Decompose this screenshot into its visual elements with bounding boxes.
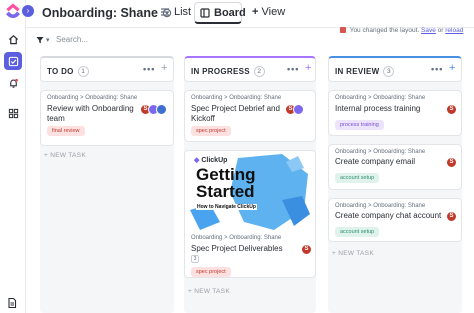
new-task-button[interactable]: + NEW TASK: [332, 250, 374, 257]
task-title: Review with Onboarding team: [47, 104, 134, 123]
apps-grid-icon[interactable]: [4, 104, 22, 122]
task-tag[interactable]: account setup: [335, 173, 380, 183]
notice-text: You changed the layout.: [349, 27, 420, 34]
column-menu-icon[interactable]: •••: [431, 64, 443, 74]
column-add-icon[interactable]: +: [305, 62, 311, 74]
task-tag[interactable]: process training: [335, 120, 384, 130]
save-layout-link[interactable]: Save: [421, 27, 436, 34]
avatar[interactable]: S: [301, 244, 312, 255]
home-icon[interactable]: [4, 30, 22, 48]
task-tag[interactable]: spec project: [191, 126, 231, 136]
column-name: IN PROGRESS: [191, 67, 250, 76]
column-title: TO DO 1: [47, 66, 89, 77]
reload-layout-link[interactable]: reload: [445, 27, 463, 34]
filter-chevron-down-icon[interactable]: ▾: [46, 36, 50, 44]
task-breadcrumb: Onboarding > Onboarding: Shane: [335, 95, 426, 101]
cover-brand: ◆ ClickUp: [194, 157, 228, 164]
column-name: IN REVIEW: [335, 67, 380, 76]
cover-subtitle: How to Navigate ClickUp: [196, 204, 257, 210]
view-header: Onboarding: Shane List Board + View: [26, 0, 474, 28]
left-rail: ›: [0, 0, 34, 313]
tasks-icon[interactable]: [4, 52, 22, 70]
filter-icon[interactable]: [36, 36, 44, 44]
task-card[interactable]: Onboarding > Onboarding: Shane Create co…: [328, 198, 462, 242]
column-header: IN PROGRESS 2 ••• +: [184, 56, 316, 82]
task-tag[interactable]: final review: [47, 126, 85, 136]
layout-notice: You changed the layout. Save or reload: [340, 27, 463, 34]
task-breadcrumb: Onboarding > Onboarding: Shane: [191, 235, 282, 241]
docs-icon[interactable]: [6, 297, 18, 309]
task-cover-image: ◆ ClickUp Getting Started How to Navigat…: [186, 152, 312, 232]
column-menu-icon[interactable]: •••: [287, 64, 299, 74]
task-breadcrumb: Onboarding > Onboarding: Shane: [335, 149, 426, 155]
task-breadcrumb: Onboarding > Onboarding: Shane: [191, 95, 282, 101]
tab-board-label: Board: [214, 7, 246, 19]
tab-list[interactable]: List: [160, 6, 191, 18]
tab-list-label: List: [174, 6, 192, 18]
avatar[interactable]: S: [446, 104, 457, 115]
new-task-button[interactable]: + NEW TASK: [44, 152, 86, 159]
warning-icon: [340, 27, 346, 33]
tab-board[interactable]: Board: [194, 2, 246, 24]
task-title: Create company chat account: [335, 211, 442, 220]
column-menu-icon[interactable]: •••: [143, 64, 155, 74]
column-add-icon[interactable]: +: [161, 62, 167, 74]
cover-headline: Getting Started: [196, 165, 256, 201]
task-card[interactable]: Onboarding > Onboarding: Shane Spec Proj…: [184, 90, 316, 142]
task-tag[interactable]: account setup: [335, 227, 380, 237]
task-breadcrumb: Onboarding > Onboarding: Shane: [47, 95, 138, 101]
task-card[interactable]: Onboarding > Onboarding: Shane Review wi…: [40, 90, 174, 146]
page-title: Onboarding: Shane: [42, 6, 158, 20]
expand-sidebar-icon[interactable]: ›: [22, 5, 34, 17]
column-count: 1: [77, 66, 89, 77]
column-title: IN REVIEW 3: [335, 66, 395, 77]
column-header: IN REVIEW 3 ••• +: [328, 56, 462, 82]
column-in-progress: IN PROGRESS 2 ••• + Onboarding > Onboardi…: [184, 56, 316, 313]
column-in-review: IN REVIEW 3 ••• + Onboarding > Onboarding…: [328, 56, 462, 313]
notice-or-text: or: [437, 27, 444, 34]
column-todo: TO DO 1 ••• + Onboarding > Onboarding: Sh…: [40, 56, 174, 313]
task-title: Internal process training: [335, 104, 421, 113]
task-tag[interactable]: spec project: [191, 267, 231, 277]
search-input[interactable]: Search...: [56, 35, 88, 44]
add-view-label: View: [261, 6, 286, 18]
board-view: › Onboarding: Shane List Board + View ▾ …: [0, 0, 474, 313]
column-title: IN PROGRESS 2: [191, 66, 265, 77]
task-title: Spec Project Debrief and Kickoff: [191, 104, 280, 123]
task-breadcrumb: Onboarding > Onboarding: Shane: [335, 203, 426, 209]
column-name: TO DO: [47, 67, 74, 76]
task-card[interactable]: Onboarding > Onboarding: Shane Create co…: [328, 144, 462, 190]
task-title: Spec Project Deliverables: [191, 244, 283, 253]
column-count: 2: [253, 66, 265, 77]
notifications-icon[interactable]: [4, 74, 22, 92]
column-header: TO DO 1 ••• +: [40, 56, 174, 82]
avatar[interactable]: [156, 104, 167, 115]
task-card[interactable]: ◆ ClickUp Getting Started How to Navigat…: [184, 150, 316, 278]
board-icon: [200, 8, 210, 18]
new-task-button[interactable]: + NEW TASK: [188, 288, 230, 295]
plus-icon: +: [252, 6, 259, 18]
clickup-logo-icon[interactable]: [4, 3, 22, 19]
add-view-button[interactable]: + View: [252, 6, 285, 18]
column-add-icon[interactable]: +: [449, 62, 455, 74]
task-title: Create company email: [335, 157, 416, 166]
list-icon: [161, 8, 169, 16]
avatar[interactable]: S: [446, 157, 457, 168]
avatar[interactable]: [293, 104, 304, 115]
avatar[interactable]: S: [446, 211, 457, 222]
column-count: 3: [383, 66, 395, 77]
task-card[interactable]: Onboarding > Onboarding: Shane Internal …: [328, 90, 462, 136]
subtask-count[interactable]: 3: [191, 255, 199, 263]
